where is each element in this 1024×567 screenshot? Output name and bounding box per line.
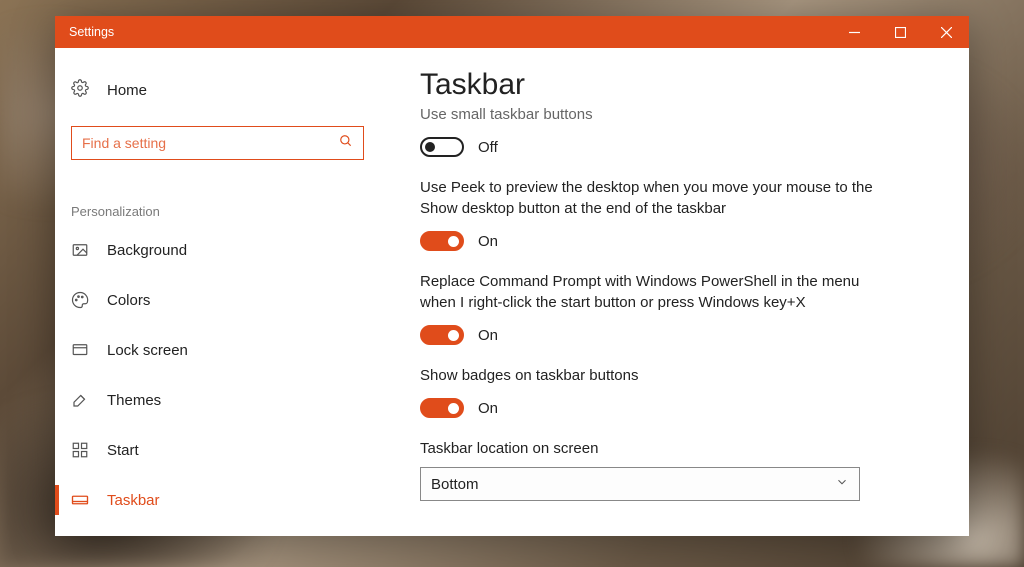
start-icon [71,441,89,459]
dropdown-taskbar-location[interactable]: Bottom [420,467,860,501]
window-title: Settings [55,25,831,39]
option-label-peek: Use Peek to preview the desktop when you… [420,177,880,219]
sidebar-item-start[interactable]: Start [55,425,380,475]
option-label-small-buttons: Use small taskbar buttons [420,104,880,125]
toggle-state-label: On [478,327,498,344]
option-label-location: Taskbar location on screen [420,440,929,457]
picture-icon [71,241,89,259]
option-label-powershell: Replace Command Prompt with Windows Powe… [420,271,880,313]
toggle-peek[interactable] [420,231,464,251]
search-wrap [71,126,364,160]
toggle-row-powershell: On [420,325,929,345]
chevron-down-icon [835,475,849,493]
toggle-badges[interactable] [420,398,464,418]
sidebar-item-colors[interactable]: Colors [55,275,380,325]
toggle-powershell[interactable] [420,325,464,345]
body: Home Personalization Background [55,48,969,536]
sidebar-item-background[interactable]: Background [55,225,380,275]
titlebar: Settings [55,16,969,48]
taskbar-icon [71,491,89,509]
search-icon [339,134,353,153]
section-label: Personalization [71,204,380,219]
sidebar-item-lock-screen[interactable]: Lock screen [55,325,380,375]
sidebar-item-label: Themes [107,392,161,409]
themes-icon [71,391,89,409]
sidebar-item-label: Taskbar [107,492,160,509]
sidebar-item-themes[interactable]: Themes [55,375,380,425]
toggle-small-buttons[interactable] [420,137,464,157]
lockscreen-icon [71,341,89,359]
toggle-row-badges: On [420,398,929,418]
maximize-button[interactable] [877,16,923,48]
content: Taskbar Use small taskbar buttons Off Us… [380,48,969,536]
dropdown-value: Bottom [431,476,479,493]
toggle-row-peek: On [420,231,929,251]
minimize-button[interactable] [831,16,877,48]
close-button[interactable] [923,16,969,48]
toggle-state-label: On [478,233,498,250]
sidebar: Home Personalization Background [55,48,380,536]
sidebar-item-taskbar[interactable]: Taskbar [55,475,380,525]
palette-icon [71,291,89,309]
search-input[interactable] [82,135,339,151]
sidebar-item-label: Background [107,242,187,259]
toggle-row-small-buttons: Off [420,137,929,157]
toggle-state-label: Off [478,139,498,156]
sidebar-item-label: Start [107,442,139,459]
home-button[interactable]: Home [55,68,380,112]
option-label-badges: Show badges on taskbar buttons [420,365,880,386]
toggle-state-label: On [478,400,498,417]
sidebar-item-label: Colors [107,292,150,309]
gear-icon [71,79,89,101]
sidebar-item-label: Lock screen [107,342,188,359]
home-label: Home [107,82,147,99]
settings-window: Settings Home [55,16,969,536]
page-title: Taskbar [420,68,929,102]
search-box[interactable] [71,126,364,160]
